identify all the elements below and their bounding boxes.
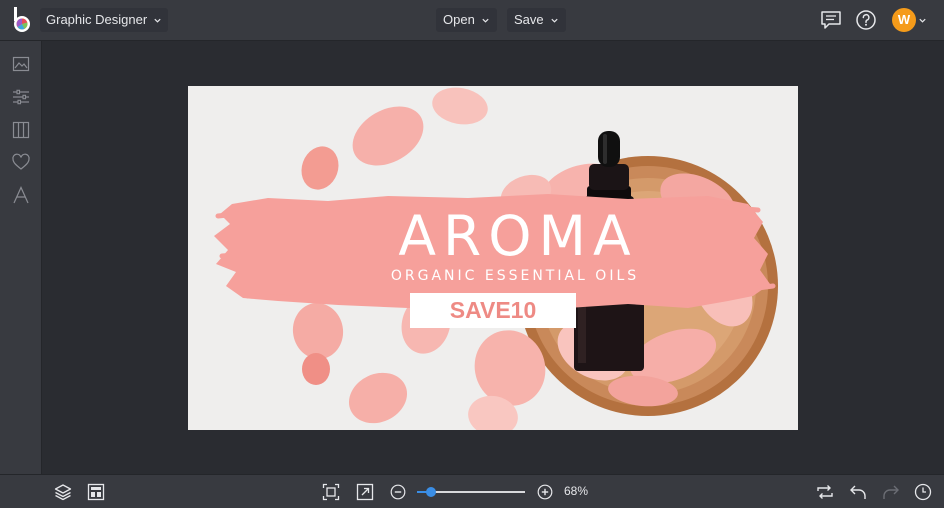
heart-icon[interactable] (12, 153, 30, 171)
save-menu-button[interactable]: Save (507, 8, 566, 32)
user-avatar[interactable]: W (892, 8, 916, 32)
design-headline[interactable]: AROMA (188, 206, 798, 266)
mode-selector-button[interactable]: Graphic Designer (40, 8, 169, 32)
tool-rail (0, 41, 42, 474)
undo-icon[interactable] (849, 483, 867, 501)
expand-icon[interactable] (356, 483, 374, 501)
adjust-icon[interactable] (12, 88, 30, 106)
save-menu-label: Save (514, 12, 544, 27)
design-canvas[interactable]: AROMA ORGANIC ESSENTIAL OILS SAVE10 (188, 86, 798, 430)
design-subheadline[interactable]: ORGANIC ESSENTIAL OILS (188, 268, 798, 284)
open-menu-button[interactable]: Open (436, 8, 497, 32)
open-menu-label: Open (443, 12, 475, 27)
history-icon[interactable] (914, 483, 932, 501)
top-bar: Graphic Designer Open Save W (0, 0, 944, 41)
promo-code-box[interactable]: SAVE10 (410, 293, 576, 328)
zoom-in-icon[interactable] (537, 484, 553, 500)
redo-icon (883, 485, 899, 499)
layers-icon[interactable] (54, 483, 72, 501)
mode-selector-label: Graphic Designer (46, 12, 148, 27)
chevron-down-icon[interactable] (918, 16, 927, 25)
zoom-level-label: 68% (564, 484, 589, 498)
comments-icon[interactable] (820, 9, 842, 31)
image-icon[interactable] (12, 55, 30, 73)
befunky-logo-icon[interactable] (11, 7, 33, 33)
help-icon[interactable] (855, 9, 877, 31)
bottom-toolbar: 68% (0, 474, 944, 508)
chevron-down-icon (482, 18, 489, 23)
columns-icon[interactable] (12, 121, 30, 139)
text-icon[interactable] (12, 186, 30, 204)
zoom-slider[interactable] (417, 487, 525, 497)
zoom-slider-handle[interactable] (426, 487, 437, 497)
replace-icon[interactable] (816, 483, 834, 501)
fit-to-screen-icon[interactable] (322, 483, 340, 501)
layout-icon[interactable] (87, 483, 105, 501)
chevron-down-icon (154, 18, 161, 23)
chevron-down-icon (551, 18, 558, 23)
zoom-out-icon[interactable] (390, 484, 406, 500)
